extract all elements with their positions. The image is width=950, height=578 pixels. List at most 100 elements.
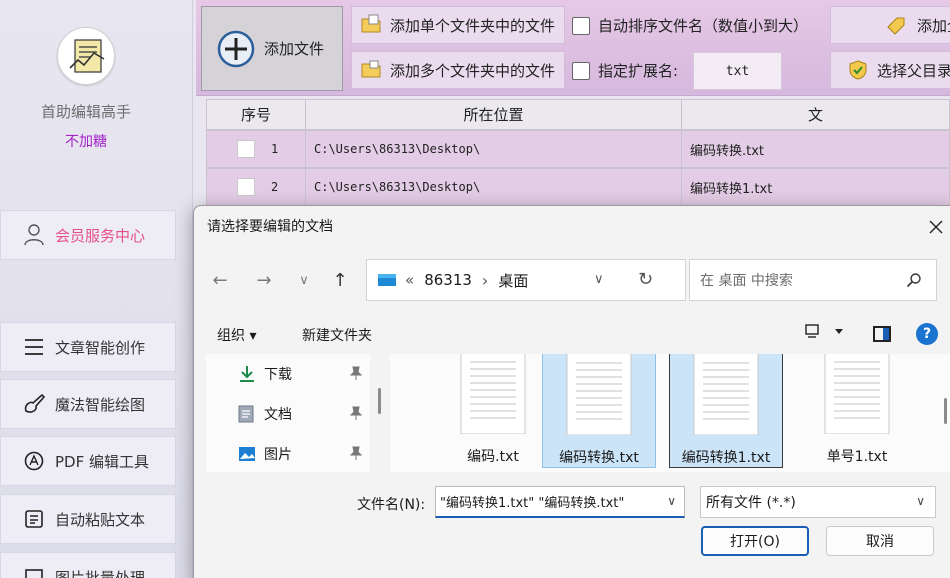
address-segment[interactable]: 桌面 xyxy=(498,270,528,291)
table-row[interactable]: 1 C:\Users\86313\Desktop\ 编码转换.txt xyxy=(206,130,950,168)
close-icon xyxy=(929,220,943,234)
new-folder-button[interactable]: 新建文件夹 xyxy=(302,325,372,345)
file-name: 编码转换1.txt xyxy=(681,450,771,466)
sidebar-item-pdf[interactable]: PDF 编辑工具 xyxy=(0,436,176,486)
file-list: 编码.txt 编码转换.txt 编码转换1.txt 单号1.txt xyxy=(390,354,950,472)
cancel-button[interactable]: 取消 xyxy=(826,526,934,556)
pictures-icon xyxy=(238,445,256,463)
file-name: 单号1.txt xyxy=(826,449,888,465)
add-single-folder-button[interactable]: 添加单个文件夹中的文件 xyxy=(351,6,565,44)
paste-icon xyxy=(23,508,45,530)
extension-input[interactable]: txt xyxy=(693,52,782,90)
nav-item-documents[interactable]: 文档 xyxy=(238,404,368,424)
add-file-label: 添加文件 xyxy=(264,40,325,58)
select-parent-button[interactable]: 选择父目录 xyxy=(830,51,950,89)
navigation-pane: 下载 文档 图片 xyxy=(206,354,370,472)
back-button[interactable]: ← xyxy=(208,268,232,292)
folder-icon xyxy=(360,14,382,36)
organize-button[interactable]: 组织 ▾ xyxy=(217,325,256,345)
address-segment[interactable]: 86313 xyxy=(424,271,472,289)
sidebar-item-image[interactable]: 图片批量处理 xyxy=(0,552,176,578)
nav-item-downloads[interactable]: 下载 xyxy=(238,364,368,384)
address-dropdown[interactable]: ∨ xyxy=(594,272,604,287)
dialog-title: 请选择要编辑的文档 xyxy=(207,219,333,235)
sidebar-item-member[interactable]: 会员服务中心 xyxy=(0,210,176,260)
filename-input[interactable]: "编码转换1.txt" "编码转换.txt" ∨ xyxy=(435,486,685,518)
row-file: 编码转换.txt xyxy=(682,130,950,168)
pin-icon xyxy=(349,366,363,384)
row-checkbox[interactable] xyxy=(237,178,255,196)
forward-button[interactable]: → xyxy=(252,268,276,292)
row-file: 编码转换1.txt xyxy=(682,168,950,206)
table-row[interactable]: 2 C:\Users\86313\Desktop\ 编码转换1.txt xyxy=(206,168,950,206)
pdf-icon xyxy=(23,450,45,472)
nav-scrollbar[interactable] xyxy=(378,388,381,414)
header-location: 所在位置 xyxy=(306,99,682,130)
brush-icon xyxy=(23,393,45,415)
row-checkbox[interactable] xyxy=(237,140,255,158)
search-input[interactable]: 在 桌面 中搜索 xyxy=(689,259,937,301)
preview-pane-button[interactable] xyxy=(873,326,891,342)
auto-sort-checkbox[interactable]: 自动排序文件名（数值小到大） xyxy=(572,15,808,36)
text-file-icon xyxy=(566,354,632,435)
add-all-button[interactable]: 添加全 xyxy=(830,6,950,44)
computer-icon xyxy=(378,274,396,286)
filetype-select[interactable]: 所有文件 (*.*) ∨ xyxy=(700,486,936,518)
sidebar-item-paste[interactable]: 自动粘贴文本 xyxy=(0,494,176,544)
sidebar: 首助编辑高手 不加糖 会员服务中心 文章智能创作 魔法智能绘图 PDF 编辑工具… xyxy=(0,0,193,578)
add-multi-folder-button[interactable]: 添加多个文件夹中的文件 xyxy=(351,51,565,89)
chevron-down-icon: ∨ xyxy=(299,272,309,288)
caret-down-icon xyxy=(835,329,843,334)
arrow-left-icon: ← xyxy=(212,269,228,291)
close-button[interactable] xyxy=(923,214,949,240)
files-scrollbar[interactable] xyxy=(944,398,947,424)
up-button[interactable]: ↑ xyxy=(328,268,352,292)
sidebar-item-label: 文章智能创作 xyxy=(55,338,146,357)
folder-icon xyxy=(360,59,382,81)
open-button[interactable]: 打开(O) xyxy=(701,526,809,556)
auto-sort-label: 自动排序文件名（数值小到大） xyxy=(598,17,809,35)
sidebar-item-label: PDF 编辑工具 xyxy=(55,452,149,471)
sidebar-item-article[interactable]: 文章智能创作 xyxy=(0,322,176,372)
filename-value: "编码转换1.txt" "编码转换.txt" xyxy=(440,496,625,511)
pin-icon xyxy=(349,446,363,464)
tag-icon xyxy=(885,15,907,37)
help-icon[interactable]: ? xyxy=(916,323,938,345)
table-header: 序号 所在位置 文 xyxy=(206,99,950,130)
recent-locations-button[interactable]: ∨ xyxy=(292,268,316,292)
menu-lines-icon xyxy=(23,336,45,358)
chevron-down-icon[interactable]: ∨ xyxy=(667,494,676,508)
app-subtitle: 不加糖 xyxy=(65,134,107,150)
row-location: C:\Users\86313\Desktop\ xyxy=(306,168,682,206)
file-item[interactable]: 编码转换.txt xyxy=(542,354,656,468)
file-item[interactable]: 单号1.txt xyxy=(800,354,914,468)
download-icon xyxy=(238,365,256,383)
file-item[interactable]: 编码.txt xyxy=(436,354,550,468)
file-item[interactable]: 编码转换1.txt xyxy=(669,354,783,468)
search-icon xyxy=(906,273,921,288)
view-options-button[interactable] xyxy=(804,324,844,340)
text-file-icon xyxy=(460,354,526,434)
arrow-right-icon: → xyxy=(256,269,272,291)
nav-item-label: 下载 xyxy=(264,367,292,383)
nav-item-pictures[interactable]: 图片 xyxy=(238,444,368,464)
filetype-value: 所有文件 (*.*) xyxy=(706,495,796,511)
specify-ext-checkbox[interactable]: 指定扩展名: xyxy=(572,60,678,81)
command-bar: 组织 ▾ 新建文件夹 ? xyxy=(194,318,950,352)
nav-item-label: 图片 xyxy=(264,447,292,463)
app-logo xyxy=(57,27,115,85)
select-parent-label: 选择父目录 xyxy=(877,61,950,80)
refresh-button[interactable]: ↻ xyxy=(638,269,653,290)
shield-check-icon xyxy=(847,59,869,81)
file-name: 编码.txt xyxy=(467,449,519,465)
sidebar-item-label: 魔法智能绘图 xyxy=(55,395,146,414)
sidebar-item-draw[interactable]: 魔法智能绘图 xyxy=(0,379,176,429)
open-file-dialog: 请选择要编辑的文档 ← → ∨ ↑ « 86313 › 桌面 ∨ ↻ 在 桌面 … xyxy=(193,205,950,578)
add-file-button[interactable]: 添加文件 xyxy=(201,6,343,91)
add-all-label: 添加全 xyxy=(917,16,950,35)
arrow-up-icon: ↑ xyxy=(332,269,348,291)
toolbar: 添加文件 添加单个文件夹中的文件 添加多个文件夹中的文件 自动排序文件名（数值小… xyxy=(196,0,950,96)
view-icon xyxy=(805,324,819,338)
row-index: 1 xyxy=(271,142,279,156)
plus-circle-icon xyxy=(217,30,255,67)
